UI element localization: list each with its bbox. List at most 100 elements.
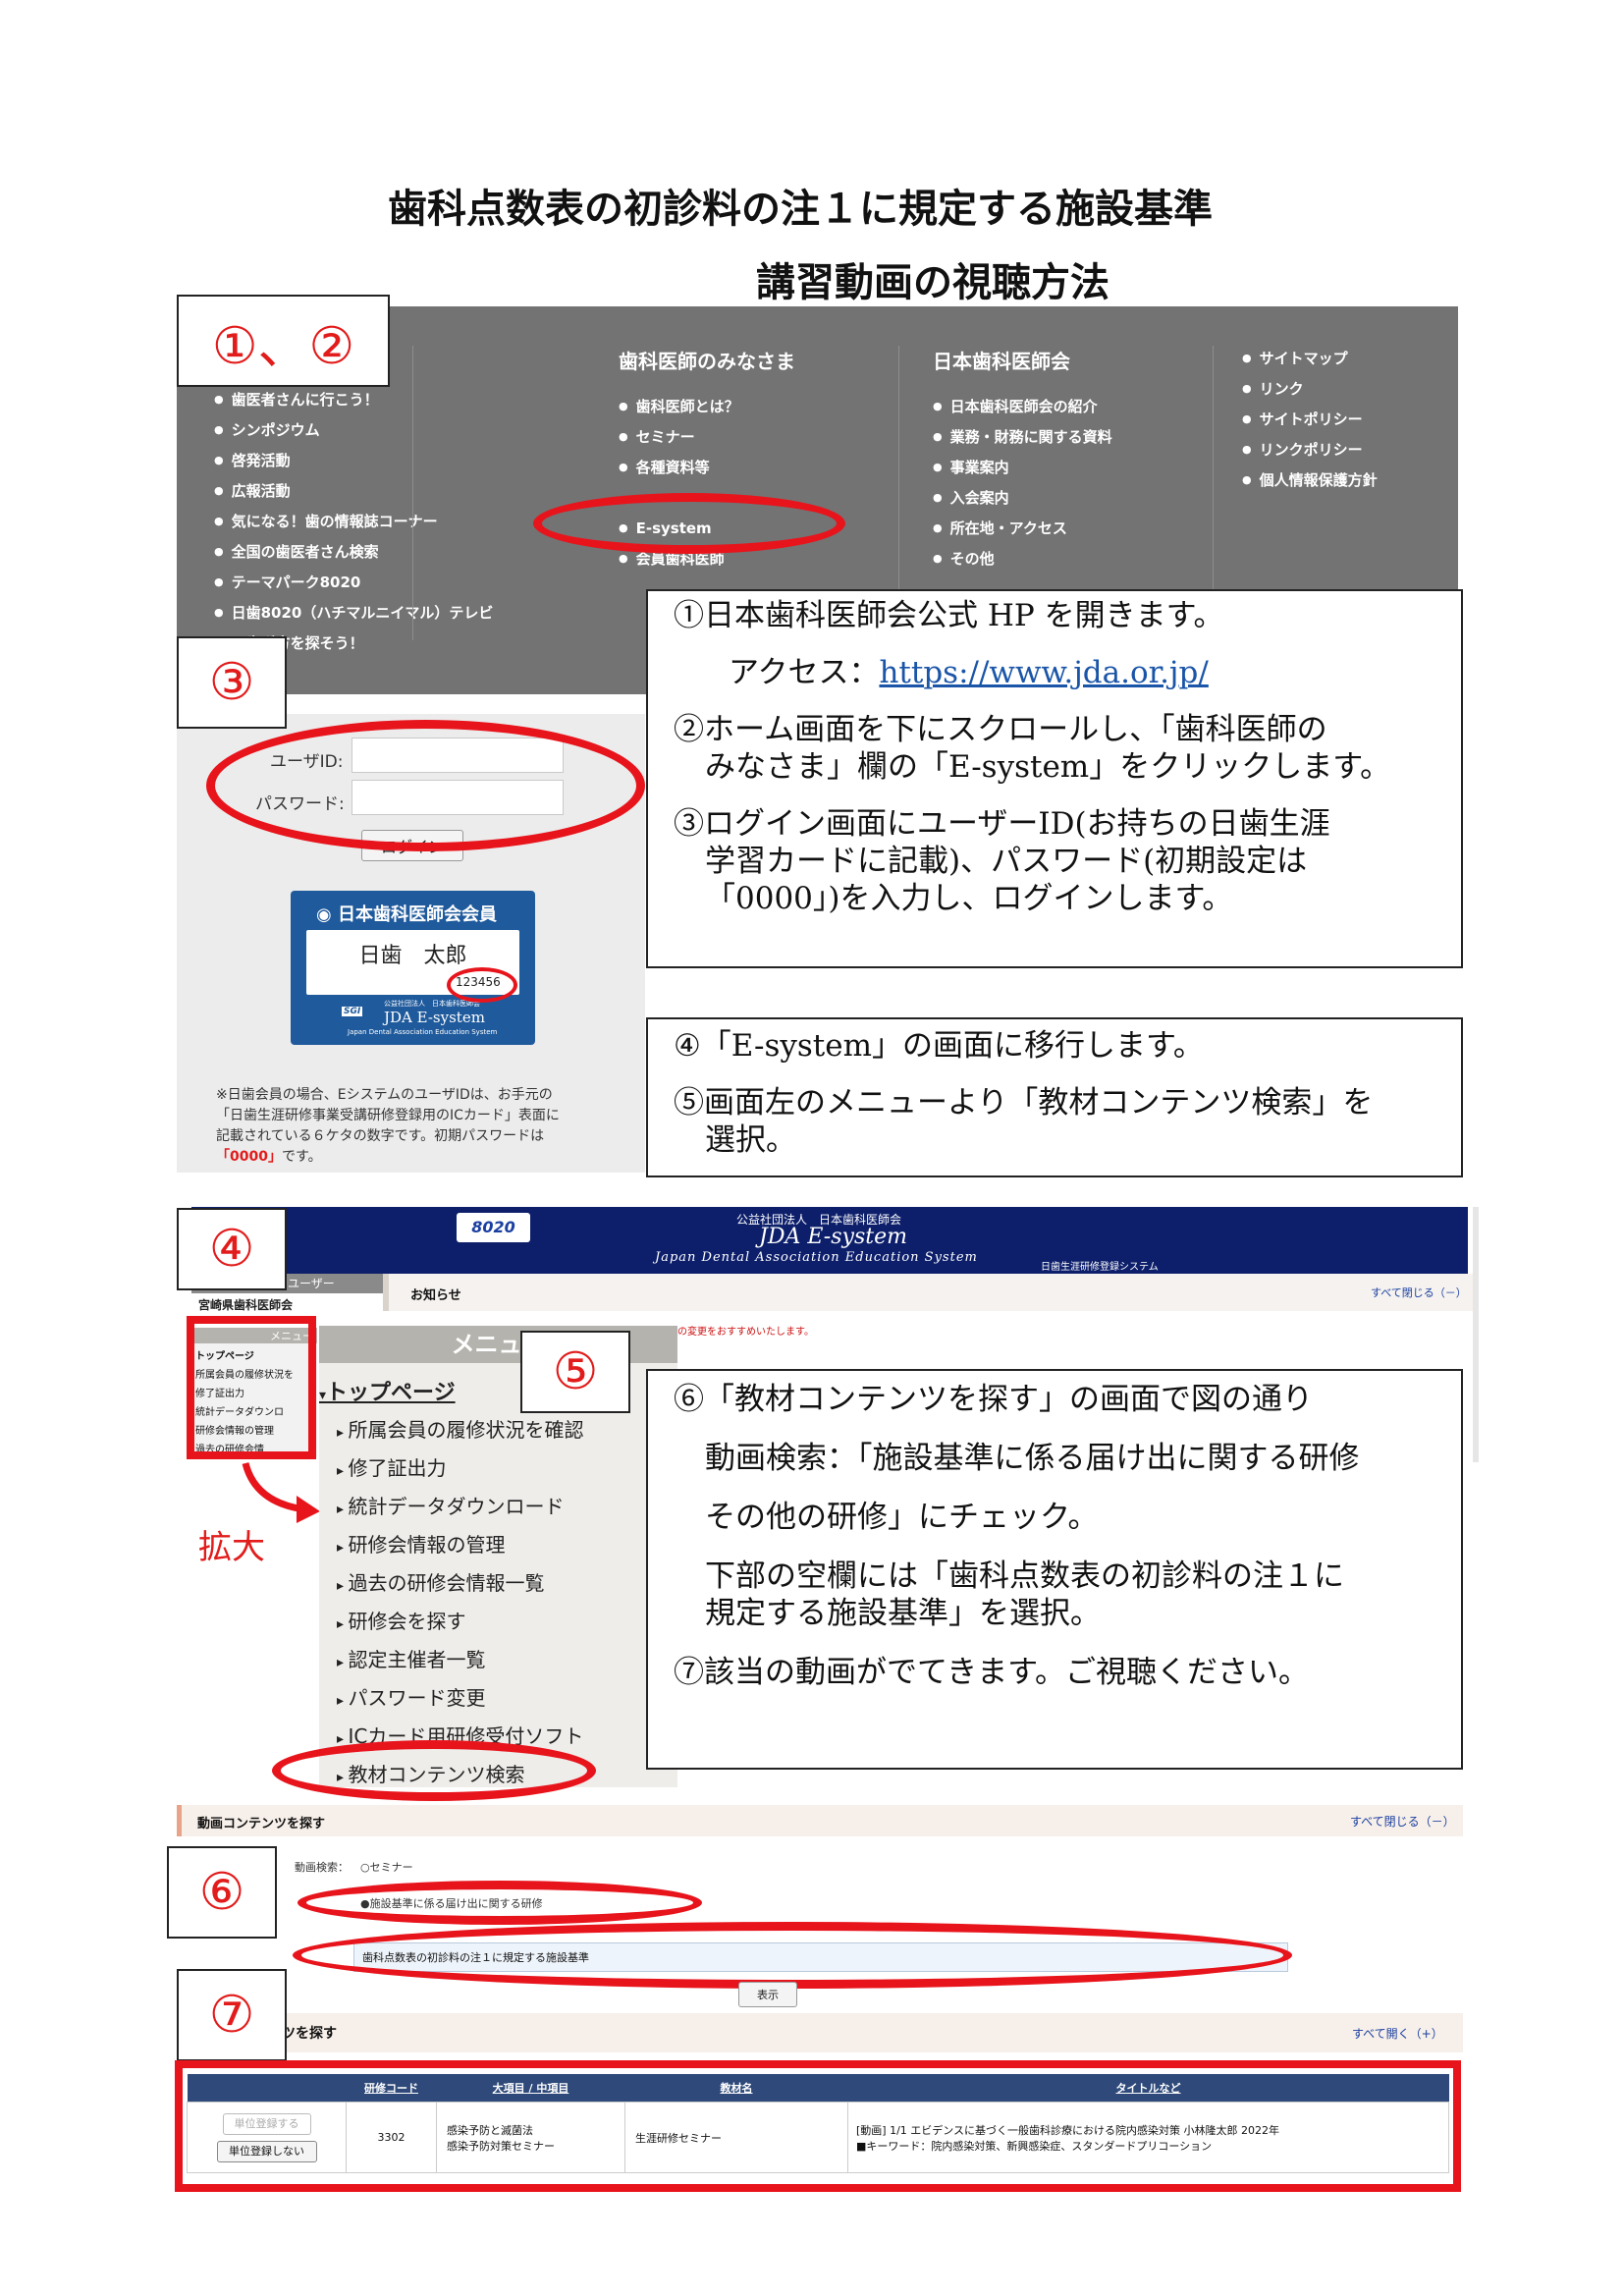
- footer-link[interactable]: 全国の歯医者さん検索: [214, 537, 493, 568]
- footer-link[interactable]: 入会案内: [933, 483, 1112, 514]
- step-marker-5: ⑤: [520, 1331, 630, 1413]
- footer-link[interactable]: 所在地・アクセス: [933, 514, 1112, 544]
- note-rest: です。: [281, 1149, 322, 1165]
- instr-line: アクセス：https://www.jda.or.jp/: [729, 655, 1209, 690]
- instr-line: ⑤画面左のメニューより「教材コンテンツ検索」を: [674, 1085, 1374, 1121]
- menu-top-page[interactable]: ▾トップページ: [319, 1375, 456, 1406]
- menu-item[interactable]: パスワード変更: [337, 1682, 485, 1711]
- instr-line: ①日本歯科医師会公式 HP を開きます。: [674, 598, 1224, 633]
- footer-link[interactable]: リンク: [1242, 374, 1378, 405]
- menu-item[interactable]: 所属会員の履修状況を確認: [337, 1414, 583, 1443]
- zoom-arrow-icon: [242, 1462, 320, 1523]
- footer-col-3: 日本歯科医師会 日本歯科医師会の紹介 業務・財務に関する資料 事業案内 入会案内…: [933, 346, 1112, 574]
- notice-close-all[interactable]: すべて閉じる（－）: [1371, 1285, 1467, 1300]
- card-system-en: Japan Dental Association Education Syste…: [348, 1028, 498, 1036]
- highlight-results-table: [175, 2060, 1461, 2192]
- instr-line: ④「E-system」の画面に移行します。: [674, 1028, 1204, 1064]
- footer-link[interactable]: 事業案内: [933, 453, 1112, 483]
- instructions-box-2: ④「E-system」の画面に移行します。 ⑤画面左のメニューより「教材コンテン…: [646, 1017, 1463, 1177]
- card-name: 日歯 太郎: [358, 944, 467, 968]
- card-header: ◉ 日本歯科医師会会員: [316, 904, 497, 925]
- footer-col-4: サイトマップ リンク サイトポリシー リンクポリシー 個人情報保護方針: [1242, 344, 1378, 496]
- highlight-small-menu: [187, 1316, 316, 1459]
- notice-title: お知らせ: [410, 1288, 461, 1303]
- instr-line: 学習カードに記載)、パスワード(初期設定は: [705, 844, 1308, 879]
- footer-link[interactable]: 歯医者さんに行こう！: [214, 385, 493, 415]
- scrollbar[interactable]: [1473, 1207, 1479, 1462]
- divider: [412, 346, 413, 640]
- instructions-box-1: ①日本歯科医師会公式 HP を開きます。 アクセス：https://www.jd…: [646, 589, 1463, 968]
- login-note: ※日歯会員の場合、EシステムのユーザIDは、お手元の 「日歯生涯研修事業受講研修…: [216, 1085, 560, 1168]
- video-search-title: 動画コンテンツを探す: [197, 1817, 326, 1831]
- highlight-esystem-link: [533, 493, 845, 554]
- footer-link[interactable]: サイトマップ: [1242, 344, 1378, 374]
- note-line: 「0000」です。: [216, 1147, 560, 1168]
- note-line: 「日歯生涯研修事業受講研修登録用のICカード」表面に: [216, 1108, 560, 1123]
- instr-line: ⑦該当の動画がでてきます。ご視聴ください。: [674, 1655, 1309, 1690]
- menu-item[interactable]: 修了証出力: [337, 1452, 446, 1481]
- seminar-radio[interactable]: ○セミナー: [360, 1859, 413, 1875]
- instr-line: 「0000」)を入力し、ログインします。: [705, 881, 1233, 916]
- footer-link[interactable]: 業務・財務に関する資料: [933, 422, 1112, 453]
- member-card: ◉ 日本歯科医師会会員 日歯 太郎 123456 公益社団法人 日本歯科医師会 …: [291, 891, 535, 1045]
- instr-line: 下部の空欄には「歯科点数表の初診料の注１に: [705, 1558, 1344, 1594]
- org-name: 宮崎県歯科医師会: [198, 1298, 294, 1312]
- instr-line: 規定する施設基準」を選択。: [705, 1596, 1101, 1631]
- esys-right-text: 日歯生涯研修登録システム: [1041, 1262, 1159, 1273]
- instr-line: ②ホーム画面を下にスクロールし、「歯科医師の: [674, 712, 1327, 747]
- instr-line: その他の研修」にチェック。: [705, 1500, 1099, 1535]
- jda-url-link[interactable]: https://www.jda.or.jp/: [879, 655, 1208, 690]
- menu-item[interactable]: 統計データダウンロード: [337, 1491, 564, 1519]
- footer-link[interactable]: 歯科医師とは？: [619, 392, 795, 422]
- footer-link[interactable]: 日歯8020（ハチマルニイマル）テレビ: [214, 598, 494, 629]
- footer-link[interactable]: セミナー: [619, 422, 795, 453]
- notice-red-text: の変更をおすすめいたします。: [677, 1327, 814, 1338]
- menu-item[interactable]: 認定主催者一覧: [337, 1644, 485, 1672]
- zoom-label: 拡大: [198, 1528, 265, 1567]
- step-marker-1-2: ①、②: [177, 295, 390, 387]
- results-open-all[interactable]: すべて開く（+）: [1352, 2025, 1443, 2042]
- highlight-card-number: [447, 967, 517, 1003]
- note-password-red: 「0000」: [216, 1149, 282, 1165]
- menu-item[interactable]: 研修会情報の管理: [337, 1529, 505, 1558]
- footer-link[interactable]: リンクポリシー: [1242, 435, 1378, 465]
- footer-link[interactable]: 気になる！歯の情報誌コーナー: [214, 507, 493, 537]
- footer-col-title: 日本歯科医師会: [933, 350, 1070, 373]
- menu-item[interactable]: 研修会を探す: [337, 1606, 465, 1634]
- step-marker-6: ⑥: [167, 1846, 277, 1939]
- page-title: 歯科点数表の初診料の注１に規定する施設基準: [388, 187, 1213, 232]
- instr-line: ⑥「教材コンテンツを探す」の画面で図の通り: [674, 1382, 1313, 1417]
- card-system-name: JDA E-system: [384, 1009, 485, 1026]
- search-close-all[interactable]: すべて閉じる（－）: [1350, 1813, 1455, 1830]
- instructions-box-3: ⑥「教材コンテンツを探す」の画面で図の通り 動画検索：「施設基準に係る届け出に関…: [646, 1369, 1463, 1770]
- footer-link[interactable]: テーマパーク8020: [214, 568, 493, 598]
- jda-8020-logo: 8020: [457, 1213, 530, 1242]
- footer-link[interactable]: サイトポリシー: [1242, 405, 1378, 435]
- highlight-content-search: [272, 1740, 596, 1801]
- card-emblem-icon: ◉: [316, 904, 338, 925]
- instr-line: みなさま」欄の「E-system」をクリックします。: [705, 749, 1391, 785]
- footer-link[interactable]: 啓発活動: [214, 446, 493, 476]
- footer-link[interactable]: 個人情報保護方針: [1242, 465, 1378, 496]
- footer-link[interactable]: シンポジウム: [214, 415, 493, 446]
- video-search-label: 動画検索：: [295, 1861, 349, 1874]
- footer-link[interactable]: 各種資料等: [619, 453, 795, 483]
- instr-line: ③ログイン画面にユーザーID(お持ちの日歯生涯: [674, 806, 1330, 842]
- footer-col-title: 歯科医師のみなさま: [619, 350, 795, 373]
- footer-link[interactable]: 広報活動: [214, 476, 493, 507]
- instr-line: 選択。: [705, 1122, 796, 1158]
- esystem-header: 8020 公益社団法人 日本歯科医師会 JDA E-system Japan D…: [191, 1207, 1468, 1274]
- note-line: ※日歯会員の場合、EシステムのユーザIDは、お手元の: [216, 1087, 553, 1103]
- show-button[interactable]: 表示: [738, 1982, 797, 2007]
- note-line: 記載されている６ケタの数字です。初期パスワードは: [216, 1128, 545, 1144]
- footer-link[interactable]: 日本歯科医師会の紹介: [933, 392, 1112, 422]
- card-logo: SGI: [342, 1007, 363, 1016]
- footer-link[interactable]: その他: [933, 544, 1112, 574]
- menu-item[interactable]: 過去の研修会情報一覧: [337, 1567, 544, 1596]
- highlight-facility-radio: [298, 1881, 702, 1925]
- highlight-select: [293, 1922, 1292, 1989]
- user-tab-label: ユーザー: [288, 1277, 335, 1290]
- step-marker-4: ④: [177, 1208, 287, 1290]
- esys-title: JDA E-system: [759, 1225, 907, 1249]
- instr-line: 動画検索：「施設基準に係る届け出に関する研修: [705, 1441, 1360, 1476]
